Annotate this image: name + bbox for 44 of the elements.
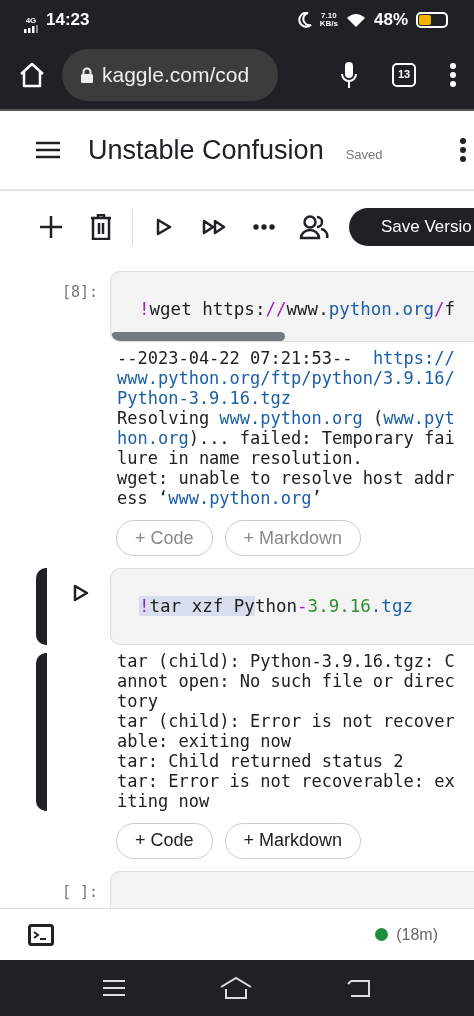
horizontal-scrollbar[interactable] bbox=[111, 332, 285, 342]
cell-output: --2023-04-22 07:21:53-- https://www.python.org/ftp/python/3.9.16/Python-3.9.16.tgz Resolving www.python.org (www.python.org)... failed: Temporary failure in name resolution. wget: unable to resolve host address ‘www.python.org’ bbox=[116, 347, 456, 509]
terminal-icon[interactable] bbox=[28, 923, 54, 946]
save-version-button[interactable]: Save Versio bbox=[349, 208, 474, 246]
code-editor[interactable]: !tar xzf Python-3.9.16.tgz bbox=[110, 568, 474, 645]
address-bar[interactable]: kaggle.com/cod bbox=[62, 48, 278, 101]
save-status: Saved bbox=[345, 146, 383, 165]
execution-prompt: [ ]: bbox=[61, 881, 98, 903]
more-vertical-icon[interactable] bbox=[460, 138, 466, 162]
url-text: kaggle.com/cod bbox=[102, 61, 250, 88]
network-speed: 7.10 bbox=[320, 12, 338, 20]
notebook-title: Unstable Confusion bbox=[88, 133, 324, 167]
network-label: 4G bbox=[25, 16, 37, 25]
home-icon[interactable] bbox=[18, 60, 46, 89]
battery-percent: 48% bbox=[373, 9, 408, 32]
battery-icon bbox=[416, 12, 448, 28]
trash-icon[interactable] bbox=[90, 214, 112, 240]
add-markdown-button[interactable]: + Markdown bbox=[224, 822, 362, 859]
people-icon[interactable] bbox=[299, 214, 329, 240]
add-code-button[interactable]: + Code bbox=[116, 520, 213, 557]
signal-icon bbox=[24, 24, 38, 33]
back-icon[interactable] bbox=[347, 978, 371, 998]
fast-forward-icon[interactable] bbox=[202, 219, 226, 235]
session-time: (18m) bbox=[396, 924, 438, 945]
more-vertical-icon[interactable] bbox=[450, 62, 456, 87]
add-icon[interactable] bbox=[39, 215, 63, 239]
code-editor[interactable]: !wget https://www.python.org/f bbox=[110, 271, 474, 343]
microphone-icon[interactable] bbox=[340, 60, 358, 89]
run-cell-icon[interactable] bbox=[73, 584, 89, 603]
add-code-button[interactable]: + Code bbox=[116, 822, 213, 859]
wifi-icon bbox=[345, 12, 366, 28]
more-horizontal-icon[interactable] bbox=[253, 224, 275, 230]
home-icon[interactable] bbox=[220, 977, 252, 999]
speed-unit: KB/s bbox=[319, 20, 338, 28]
cell-output: tar (child): Python-3.9.16.tgz: Cannot open: No such file or directory tar (child): Error is not recoverable: exiting now tar: Child returned status 2 tar: Error is not recoverable: exiting now bbox=[116, 649, 456, 811]
execution-prompt: [8]: bbox=[61, 282, 98, 303]
play-icon[interactable] bbox=[156, 218, 172, 236]
session-status-dot bbox=[375, 928, 389, 941]
add-markdown-button[interactable]: + Markdown bbox=[224, 520, 362, 557]
menu-icon[interactable] bbox=[36, 141, 60, 159]
lock-icon bbox=[80, 66, 94, 83]
tab-count[interactable]: 13 bbox=[392, 62, 416, 87]
clock-time: 14:23 bbox=[46, 9, 90, 32]
moon-icon bbox=[297, 12, 312, 28]
